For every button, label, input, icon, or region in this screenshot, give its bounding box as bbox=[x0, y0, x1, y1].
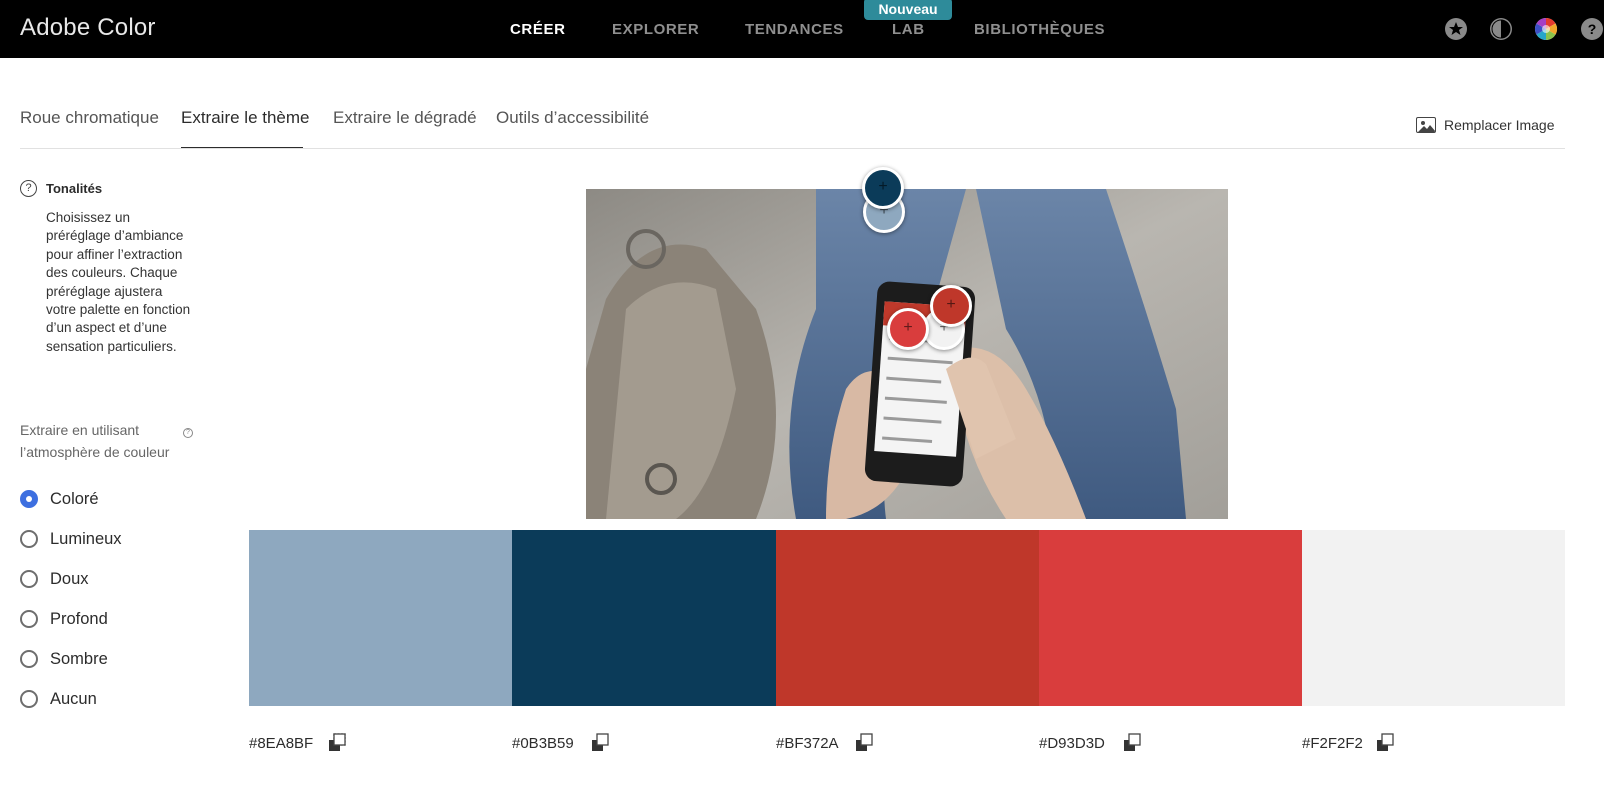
radio-button[interactable] bbox=[20, 650, 38, 668]
tab-color-wheel[interactable]: Roue chromatique bbox=[20, 108, 159, 128]
palette-swatch-5[interactable] bbox=[1302, 530, 1565, 706]
mood-label: Coloré bbox=[50, 490, 99, 508]
copy-icon[interactable] bbox=[590, 733, 612, 753]
image-icon bbox=[1416, 117, 1436, 133]
color-marker-3[interactable]: + bbox=[930, 285, 972, 327]
mood-label: Profond bbox=[50, 610, 108, 628]
nav-tendances[interactable]: TENDANCES bbox=[745, 21, 844, 38]
contrast-icon[interactable] bbox=[1489, 17, 1513, 41]
mood-label: Sombre bbox=[50, 650, 108, 668]
color-marker-2[interactable]: + bbox=[862, 167, 904, 209]
color-marker-4[interactable]: + bbox=[887, 308, 929, 350]
radio-button[interactable] bbox=[20, 530, 38, 548]
copy-icon[interactable] bbox=[854, 733, 876, 753]
palette-swatch-2[interactable] bbox=[512, 530, 776, 706]
radio-button[interactable] bbox=[20, 690, 38, 708]
tabs-divider bbox=[20, 148, 1565, 149]
radio-button[interactable] bbox=[20, 490, 38, 508]
tab-extract-gradient[interactable]: Extraire le dégradé bbox=[333, 108, 477, 128]
tab-accessibility-tools[interactable]: Outils d’accessibilité bbox=[496, 108, 649, 128]
palette-swatch-3[interactable] bbox=[776, 530, 1039, 706]
question-icon[interactable]: ? bbox=[20, 180, 37, 197]
palette-swatch-1[interactable] bbox=[249, 530, 512, 706]
mood-label: Doux bbox=[50, 570, 89, 588]
nav-bibliotheques[interactable]: BIBLIOTHÈQUES bbox=[974, 21, 1105, 38]
hex-value-1[interactable]: #8EA8BF bbox=[249, 735, 313, 752]
nav-explorer[interactable]: EXPLORER bbox=[612, 21, 699, 38]
plus-icon: + bbox=[903, 319, 913, 336]
hex-value-4[interactable]: #D93D3D bbox=[1039, 735, 1105, 752]
star-icon[interactable] bbox=[1444, 17, 1468, 41]
nav-lab[interactable]: LAB bbox=[892, 21, 925, 38]
color-wheel-icon[interactable] bbox=[1534, 17, 1558, 41]
extract-mood-label: Extraire en utilisant l’atmosphère de co… bbox=[20, 422, 170, 460]
palette-swatch-4[interactable] bbox=[1039, 530, 1302, 706]
tonalites-heading: Tonalités bbox=[46, 181, 103, 196]
copy-icon[interactable] bbox=[327, 733, 349, 753]
copy-icon[interactable] bbox=[1122, 733, 1144, 753]
radio-button[interactable] bbox=[20, 610, 38, 628]
tonalites-description: Choisissez un préréglage d’ambiance pour… bbox=[46, 210, 191, 354]
help-icon[interactable]: ? bbox=[1580, 17, 1604, 41]
copy-icon[interactable] bbox=[1375, 733, 1397, 753]
source-photo[interactable] bbox=[586, 189, 1228, 519]
svg-text:?: ? bbox=[1588, 21, 1597, 37]
hex-value-3[interactable]: #BF372A bbox=[776, 735, 839, 752]
tab-extract-theme[interactable]: Extraire le thème bbox=[181, 108, 310, 128]
plus-icon: + bbox=[878, 178, 888, 195]
hex-value-5[interactable]: #F2F2F2 bbox=[1302, 735, 1363, 752]
radio-button[interactable] bbox=[20, 570, 38, 588]
mood-label: Lumineux bbox=[50, 530, 122, 548]
brand-logo[interactable]: Adobe Color bbox=[20, 14, 156, 42]
hex-value-2[interactable]: #0B3B59 bbox=[512, 735, 574, 752]
nav-creer[interactable]: CRÉER bbox=[510, 21, 566, 38]
replace-image-label: Remplacer Image bbox=[1444, 117, 1555, 133]
new-badge: Nouveau bbox=[864, 0, 952, 20]
top-navigation-bar: Adobe Color CRÉER EXPLORER TENDANCES LAB… bbox=[0, 0, 1604, 58]
info-icon[interactable]: ? bbox=[183, 428, 193, 438]
plus-icon: + bbox=[946, 296, 956, 313]
mood-label: Aucun bbox=[50, 690, 97, 708]
